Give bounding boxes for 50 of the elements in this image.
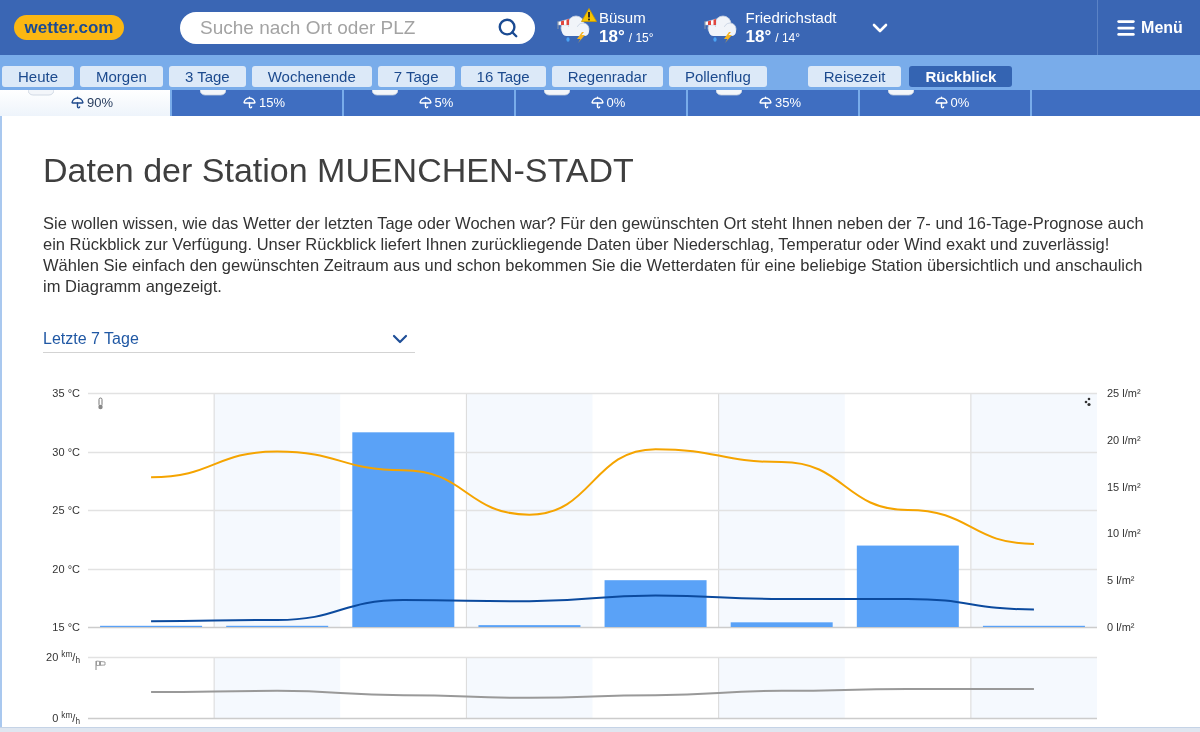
- search-icon[interactable]: [497, 16, 519, 39]
- precipitation-chance: 0%: [950, 96, 970, 109]
- umbrella-icon: [759, 96, 772, 109]
- forecast-tile[interactable]: 15%: [172, 90, 342, 116]
- high-temperature: 18°: [745, 26, 772, 47]
- precipitation-chance: 0%: [606, 96, 626, 109]
- forecast-tile[interactable]: 35%: [688, 90, 858, 116]
- page-title: Daten der Station MUENCHEN-STADT: [43, 150, 635, 190]
- nav-tab[interactable]: Regenradar: [551, 66, 663, 87]
- nav-tab[interactable]: Rückblick: [909, 66, 1013, 87]
- precipitation-chance: 90%: [87, 96, 113, 109]
- nav-tab[interactable]: 16 Tage: [460, 66, 546, 87]
- low-temperature: / 14°: [775, 30, 801, 45]
- location-name[interactable]: Büsum: [599, 8, 654, 27]
- umbrella-icon: [243, 96, 256, 109]
- nav-tab[interactable]: Pollenflug: [668, 66, 767, 87]
- nav-tab[interactable]: Reisezeit: [807, 66, 902, 87]
- cloud-icon: [28, 90, 54, 96]
- precipitation-chance: 15%: [259, 96, 285, 109]
- search-field[interactable]: Suche nach Ort oder PLZ: [180, 11, 535, 44]
- cloud-icon: [200, 90, 226, 96]
- high-temperature: 18°: [599, 26, 625, 47]
- low-temperature: / 15°: [628, 30, 654, 45]
- y-axis-label: 0 $^{km}$/$_{h}$: [52, 711, 80, 725]
- nav-tab[interactable]: Wochenende: [251, 66, 372, 87]
- cloud-icon: [716, 90, 742, 96]
- cloud-icon: [544, 90, 570, 96]
- logo[interactable]: wetter.com: [14, 15, 124, 40]
- period-dropdown[interactable]: Letzte 7 Tage: [43, 325, 415, 353]
- windsock-icon: [95, 660, 106, 671]
- precipitation-chance: 5%: [434, 96, 454, 109]
- intro-paragraph: Sie wollen wissen, wie das Wetter der letzten Tage oder Wochen war? Für den gewünschten Ort steht Ihnen neben der 7- und 16-Tage-Prognose auch ein Rückblick zur Verfügung. Unser Rückblick liefert Ihnen zurückliegende Daten über Niederschlag, Temperatur oder Wind exakt und zuverlässig! Wählen Sie einfach den gewünschten Zeitraum aus und schon bekommen Sie die Wetterdaten für eine beliebige Station übersichtlich und anschaulich im Diagramm angezeigt.: [43, 213, 1145, 297]
- cloud-icon: [372, 90, 398, 96]
- umbrella-icon: [590, 96, 604, 109]
- nav-tab[interactable]: 7 Tage: [377, 66, 455, 87]
- nav-tab[interactable]: 3 Tage: [168, 66, 246, 87]
- forecast-tile[interactable]: 5%: [344, 90, 514, 116]
- cloud-icon: [888, 90, 914, 96]
- y-axis-label: 20 $^{km}$/$_{h}$: [46, 650, 80, 664]
- umbrella-icon: [934, 96, 948, 109]
- forecast-tile[interactable]: 90%: [0, 90, 170, 116]
- forecast-tile[interactable]: 0%: [516, 90, 686, 116]
- forecast-tile[interactable]: 0%: [860, 90, 1030, 116]
- precipitation-chance: 35%: [775, 96, 801, 109]
- umbrella-icon: [71, 96, 84, 109]
- nav-tab[interactable]: Morgen: [80, 66, 163, 87]
- cloud-lightning-icon: [555, 12, 591, 43]
- umbrella-icon: [418, 96, 432, 109]
- location-name[interactable]: Friedrichstadt: [745, 8, 837, 27]
- nav-tab[interactable]: Heute: [2, 66, 75, 87]
